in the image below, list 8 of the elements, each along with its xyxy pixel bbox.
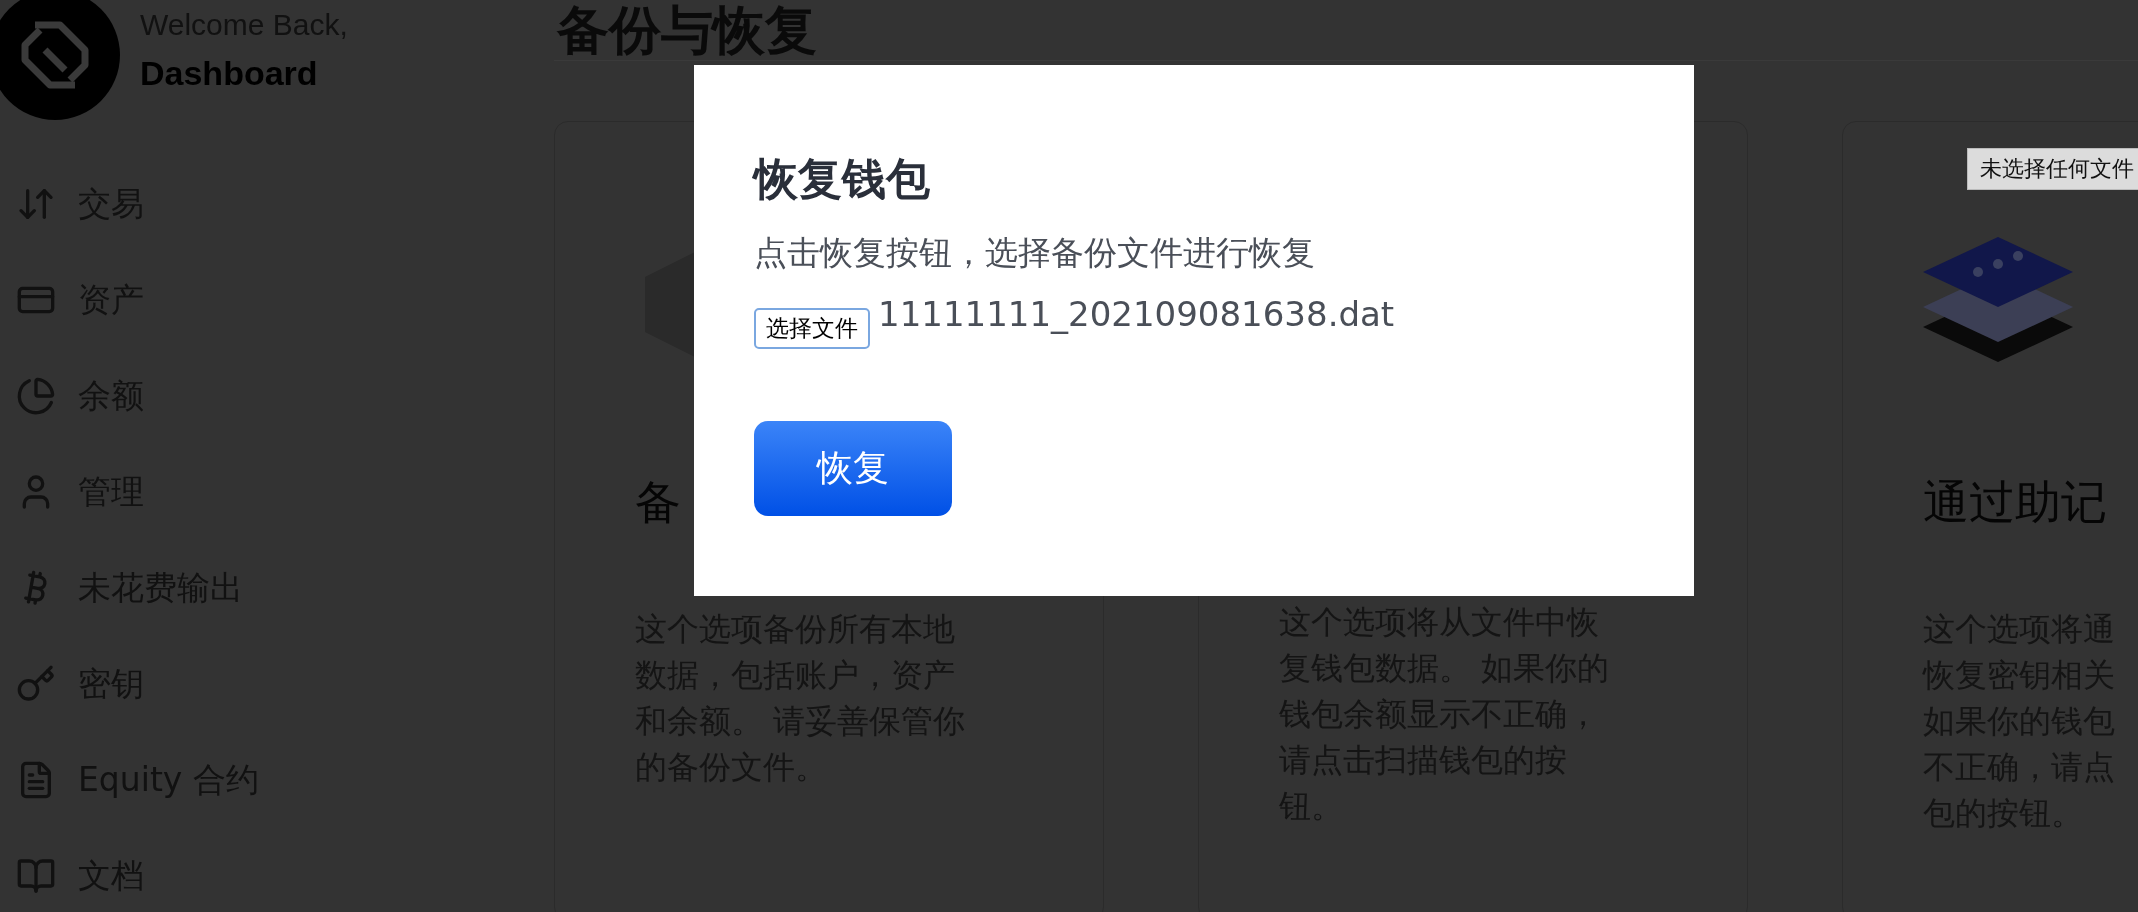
- dialog-description: 点击恢复按钮，选择备份文件进行恢复: [754, 232, 1316, 274]
- restore-button[interactable]: 恢复: [754, 421, 952, 516]
- file-name: 11111111_202109081638.dat: [878, 294, 1395, 334]
- dialog-title: 恢复钱包: [754, 152, 931, 206]
- choose-file-button[interactable]: 选择文件: [754, 308, 870, 349]
- pie-chart-icon: [16, 376, 56, 416]
- tooltip: 未选择任何文件: [1967, 148, 2138, 190]
- key-icon: [16, 664, 56, 704]
